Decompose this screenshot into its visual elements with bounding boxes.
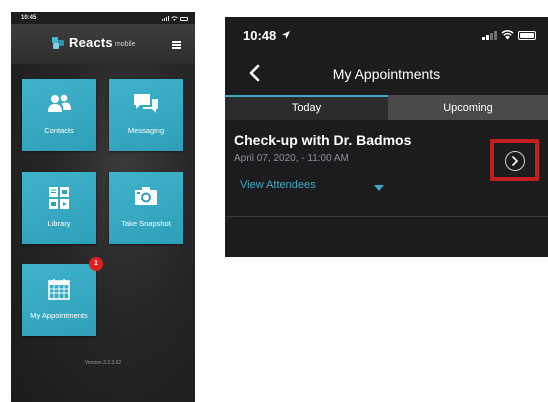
status-bar: 10:48 [225,17,548,53]
library-icon [49,187,69,209]
tab-today[interactable]: Today [225,95,388,120]
tab-bar: Today Upcoming [225,95,548,120]
status-icons [162,15,188,21]
signal-icon [482,30,497,40]
home-screen: 10:45 Reacts mobile Contacts Messaging L… [11,12,195,402]
status-bar: 10:45 [11,12,195,24]
messaging-label: Messaging [127,126,165,135]
chevron-right-icon [512,156,518,166]
status-icons [482,30,536,40]
take-snapshot-tile[interactable]: Take Snapshot [109,172,183,244]
appointment-title: Check-up with Dr. Badmos [234,132,412,148]
location-arrow-icon [282,31,290,39]
version-text: Version 3.3.3.62 [84,360,122,366]
appointments-screen: 10:48 My Appointments Today Upcoming Che… [225,17,548,257]
camera-icon [135,187,157,205]
library-tile[interactable]: Library [22,172,96,244]
menu-icon[interactable] [172,41,181,49]
divider [225,216,548,217]
my-appointments-label: My Appointments [30,311,88,320]
nav-bar: My Appointments [225,53,548,95]
wifi-icon [501,30,514,40]
contacts-icon [48,94,71,112]
app-header: Reacts mobile [11,24,195,64]
status-time: 10:48 [243,28,277,43]
reacts-logo: Reacts mobile [51,35,135,50]
brand-name: Reacts [69,35,113,50]
library-label: Library [47,219,71,228]
tab-upcoming[interactable]: Upcoming [388,95,548,120]
view-attendees-link[interactable]: View Attendees [240,179,316,191]
my-appointments-tile[interactable]: My Appointments [22,264,96,336]
contacts-label: Contacts [44,126,74,135]
take-snapshot-label: Take Snapshot [121,219,171,228]
status-time: 10:45 [21,15,37,21]
calendar-icon [48,279,70,300]
brand-sub: mobile [114,40,136,48]
messaging-icon [134,94,158,113]
signal-icon [162,16,169,21]
reacts-logo-icon [52,36,64,49]
battery-icon [180,17,188,21]
appointment-date: April 07, 2020, - 11:00 AM [234,153,349,164]
wifi-icon [171,16,178,21]
appointment-details-button[interactable] [505,151,525,171]
messaging-tile[interactable]: Messaging [109,79,183,151]
contacts-tile[interactable]: Contacts [22,79,96,151]
caret-down-icon[interactable] [374,185,384,191]
battery-icon [518,30,536,40]
notification-badge: 1 [89,257,103,271]
page-title: My Appointments [332,66,441,82]
